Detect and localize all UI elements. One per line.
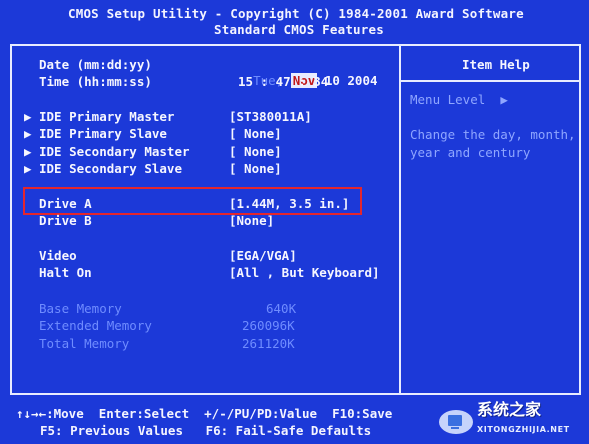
drive-a-highlight-box: [23, 187, 362, 215]
ide-primary-slave-value[interactable]: [ None]: [229, 126, 282, 142]
submenu-arrow-icon: ▶: [24, 126, 32, 141]
video-label[interactable]: Video: [39, 248, 77, 264]
time-value[interactable]: 15 : 47 : 34: [238, 74, 328, 90]
footer-keys-line2: F5: Previous Values F6: Fail-Safe Defaul…: [40, 423, 372, 438]
ide-secondary-master-value[interactable]: [ None]: [229, 144, 282, 160]
ide-secondary-slave-value[interactable]: [ None]: [229, 161, 282, 177]
base-memory-value: 640K: [266, 301, 297, 316]
ide-secondary-slave-label[interactable]: IDE Secondary Slave: [39, 161, 182, 177]
footer-keys-line1: ↑↓→←:Move Enter:Select +/-/PU/PD:Value F…: [16, 406, 393, 421]
ide-primary-slave-label[interactable]: IDE Primary Slave: [39, 126, 167, 142]
ide-primary-master-label[interactable]: IDE Primary Master: [39, 109, 174, 125]
submenu-arrow-icon: ▶: [24, 109, 32, 124]
total-memory-label: Total Memory: [39, 336, 130, 351]
help-title: Item Help: [462, 57, 530, 72]
submenu-arrow-icon: ▶: [24, 144, 32, 159]
date-label: Date (mm:dd:yy): [39, 57, 152, 72]
menu-level-arrow-icon: ▶: [500, 92, 508, 107]
extended-memory-label: Extended Memory: [39, 318, 152, 333]
date-rest: 10 2004: [324, 73, 378, 88]
extended-memory-value: 260096K: [242, 318, 295, 333]
drive-b-value[interactable]: [None]: [229, 213, 274, 229]
halt-on-value[interactable]: [All , But Keyboard]: [229, 265, 380, 281]
time-label: Time (hh:mm:ss): [39, 74, 152, 89]
video-value[interactable]: [EGA/VGA]: [229, 248, 297, 264]
header-title: CMOS Setup Utility - Copyright (C) 1984-…: [68, 6, 524, 21]
watermark-cn-text: 系统之家: [477, 400, 542, 419]
ide-primary-master-value[interactable]: [ST380011A]: [229, 109, 312, 125]
menu-level-label: Menu Level ▶: [410, 92, 508, 107]
ide-secondary-master-label[interactable]: IDE Secondary Master: [39, 144, 190, 160]
drive-b-label[interactable]: Drive B: [39, 213, 92, 229]
bios-screen: { "header": { "line1": "CMOS Setup Utili…: [0, 0, 589, 444]
header-subtitle: Standard CMOS Features: [214, 22, 384, 37]
watermark-url-text: XITONGZHIJIA.NET: [477, 425, 570, 434]
submenu-arrow-icon: ▶: [24, 161, 32, 176]
base-memory-label: Base Memory: [39, 301, 122, 316]
help-text-line2: year and century: [410, 145, 531, 160]
total-memory-value: 261120K: [242, 336, 295, 351]
halt-on-label[interactable]: Halt On: [39, 265, 92, 281]
site-watermark: 系统之家 XITONGZHIJIA.NET: [437, 402, 587, 440]
panel-divider: [399, 44, 401, 395]
help-title-divider: [399, 80, 581, 82]
help-text-line1: Change the day, month,: [410, 127, 576, 142]
